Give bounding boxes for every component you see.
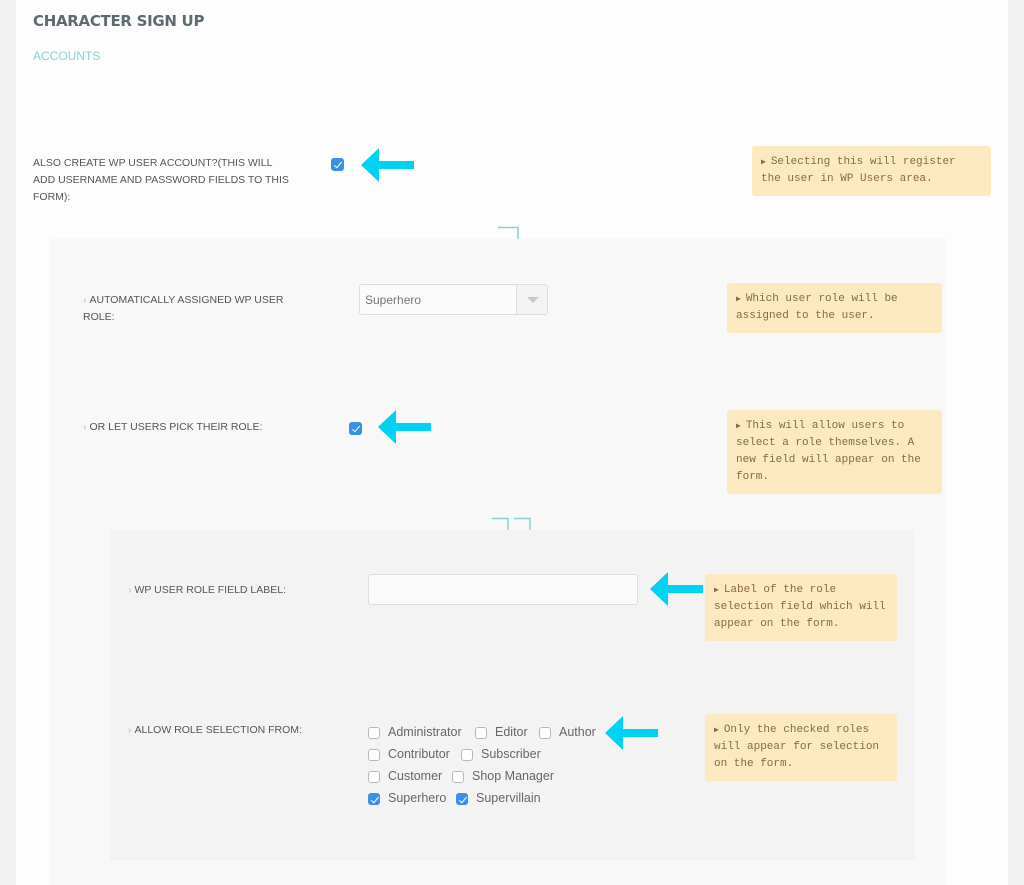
role-option-label[interactable]: Supervillain	[476, 791, 541, 805]
role-option-label[interactable]: Editor	[495, 725, 528, 739]
auto-role-value: Superhero	[365, 293, 422, 307]
auto-role-select[interactable]: Superhero	[359, 284, 548, 315]
left-arrow-icon	[361, 148, 414, 182]
allow-roles-label: › ALLOW ROLE SELECTION FROM:	[128, 724, 302, 736]
role-checkbox[interactable]	[461, 749, 473, 761]
section-accounts: ACCOUNTS	[33, 49, 101, 63]
role-option-label[interactable]: Customer	[388, 769, 442, 783]
auto-role-tip: ▶ Which user role will be assigned to the…	[727, 283, 942, 333]
create-wp-user-tip: ▶ Selecting this will register the user i…	[752, 146, 991, 196]
let-pick-checkbox[interactable]	[349, 422, 362, 435]
role-checkbox[interactable]	[368, 793, 380, 805]
role-option-label[interactable]: Subscriber	[481, 747, 541, 761]
let-pick-tip: ▶ This will allow users to select a role …	[727, 410, 942, 494]
role-checkbox[interactable]	[368, 749, 380, 761]
role-checkbox[interactable]	[368, 771, 380, 783]
let-pick-label: › OR LET USERS PICK THEIR ROLE:	[83, 421, 263, 433]
role-checkbox[interactable]	[452, 771, 464, 783]
left-arrow-icon	[650, 572, 703, 606]
tip-marker-icon: ▶	[736, 422, 741, 431]
role-option-label[interactable]: Author	[559, 725, 596, 739]
role-option-label[interactable]: Contributor	[388, 747, 450, 761]
role-option-label[interactable]: Administrator	[388, 725, 462, 739]
role-field-label-label: › WP USER ROLE FIELD LABEL:	[128, 584, 287, 596]
create-wp-user-checkbox[interactable]	[331, 158, 344, 171]
allow-roles-tip: ▶ Only the checked roles will appear for …	[705, 714, 897, 781]
left-arrow-icon	[605, 716, 658, 750]
role-checkbox[interactable]	[475, 727, 487, 739]
role-field-label-tip: ▶ Label of the role selection field which…	[705, 574, 897, 641]
chevron-down-icon[interactable]	[516, 285, 547, 314]
role-checkbox[interactable]	[539, 727, 551, 739]
tip-marker-icon: ▶	[761, 158, 766, 167]
tip-marker-icon: ▶	[714, 586, 719, 595]
tip-marker-icon: ▶	[714, 726, 719, 735]
role-option-label[interactable]: Superhero	[388, 791, 446, 805]
role-checkbox[interactable]	[456, 793, 468, 805]
left-arrow-icon	[378, 410, 431, 444]
role-checkbox[interactable]	[368, 727, 380, 739]
auto-role-label: › AUTOMATICALLY ASSIGNED WP USER ROLE:	[83, 294, 284, 323]
tip-marker-icon: ▶	[736, 295, 741, 304]
create-wp-user-label: ALSO CREATE WP USER ACCOUNT?(THIS WILL A…	[33, 157, 289, 203]
role-field-label-input[interactable]	[368, 574, 638, 605]
page-title: CHARACTER SIGN UP	[33, 12, 205, 30]
role-option-label[interactable]: Shop Manager	[472, 769, 554, 783]
